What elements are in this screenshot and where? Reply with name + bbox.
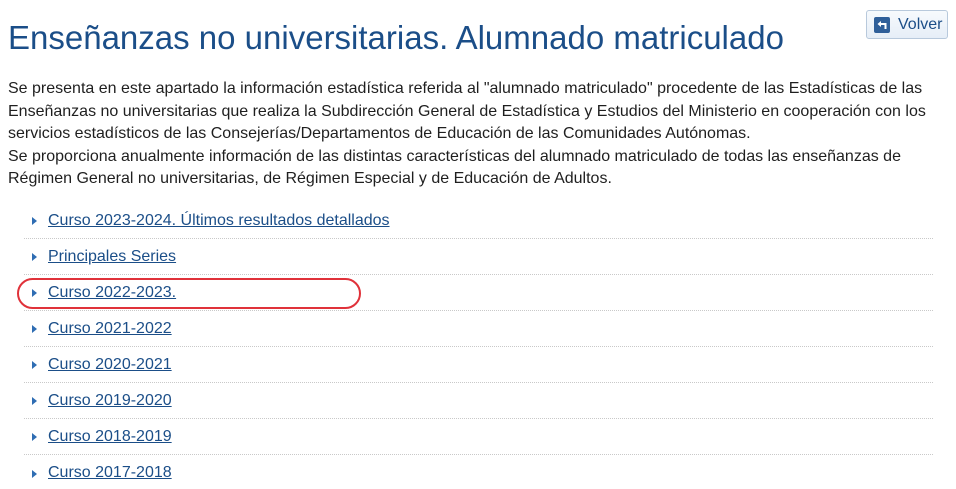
bullet-arrow-icon: [32, 217, 37, 225]
list-item: Principales Series: [24, 239, 933, 275]
page-title: Enseñanzas no universitarias. Alumnado m…: [8, 19, 784, 56]
back-button-label: Volver: [898, 15, 943, 33]
back-button[interactable]: Volver: [866, 10, 948, 39]
course-link-2022-2023[interactable]: Curso 2022-2023.: [48, 284, 176, 302]
list-item: Curso 2022-2023.: [24, 275, 933, 311]
back-arrow-icon: [874, 16, 890, 33]
intro-text: Se presenta en este apartado la informac…: [8, 78, 933, 191]
intro-paragraph-2: Se proporciona anualmente información de…: [8, 147, 901, 188]
bullet-arrow-icon: [32, 433, 37, 441]
list-item: Curso 2021-2022: [24, 311, 933, 347]
course-list: Curso 2023-2024. Últimos resultados deta…: [24, 203, 933, 489]
course-link-2023-2024[interactable]: Curso 2023-2024. Últimos resultados deta…: [48, 212, 390, 230]
list-item: Curso 2019-2020: [24, 383, 933, 419]
bullet-arrow-icon: [32, 289, 37, 297]
page: Enseñanzas no universitarias. Alumnado m…: [0, 0, 956, 489]
bullet-arrow-icon: [32, 361, 37, 369]
list-item: Curso 2020-2021: [24, 347, 933, 383]
course-link-2017-2018[interactable]: Curso 2017-2018: [48, 464, 172, 482]
list-item: Curso 2023-2024. Últimos resultados deta…: [24, 203, 933, 239]
intro-paragraph-1: Se presenta en este apartado la informac…: [8, 80, 926, 142]
course-link-2020-2021[interactable]: Curso 2020-2021: [48, 356, 172, 374]
course-link-2018-2019[interactable]: Curso 2018-2019: [48, 428, 172, 446]
bullet-arrow-icon: [32, 397, 37, 405]
bullet-arrow-icon: [32, 253, 37, 261]
bullet-arrow-icon: [32, 469, 37, 478]
bullet-arrow-icon: [32, 325, 37, 333]
course-link-2021-2022[interactable]: Curso 2021-2022: [48, 320, 172, 338]
list-item: Curso 2017-2018: [24, 455, 933, 489]
course-link-2019-2020[interactable]: Curso 2019-2020: [48, 392, 172, 410]
course-link-principales-series[interactable]: Principales Series: [48, 248, 176, 266]
list-item: Curso 2018-2019: [24, 419, 933, 455]
